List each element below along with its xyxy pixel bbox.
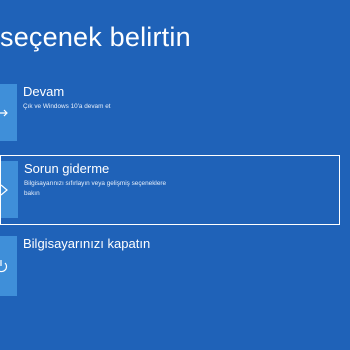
- option-title: Sorun giderme: [24, 161, 110, 176]
- troubleshoot-tile: [1, 161, 18, 218]
- page-title: seçenek belirtin: [0, 22, 191, 52]
- option-title: Bilgisayarınızı kapatın: [23, 236, 151, 251]
- option-description: Bilgisayarınızı sıfırlayın veya gelişmiş…: [24, 180, 167, 197]
- power-icon: [0, 260, 8, 273]
- option-description: Çık ve Windows 10'a devam et: [23, 103, 111, 110]
- option-continue[interactable]: Devam Çık ve Windows 10'a devam et: [0, 84, 340, 142]
- tools-icon: [1, 184, 8, 195]
- continue-tile: [0, 84, 17, 141]
- option-title: Devam: [23, 84, 65, 99]
- option-shutdown[interactable]: Bilgisayarınızı kapatın: [0, 236, 340, 298]
- shutdown-tile: [0, 236, 17, 296]
- arrow-right-icon: [0, 109, 8, 116]
- option-troubleshoot[interactable]: Sorun giderme Bilgisayarınızı sıfırlayın…: [0, 155, 340, 225]
